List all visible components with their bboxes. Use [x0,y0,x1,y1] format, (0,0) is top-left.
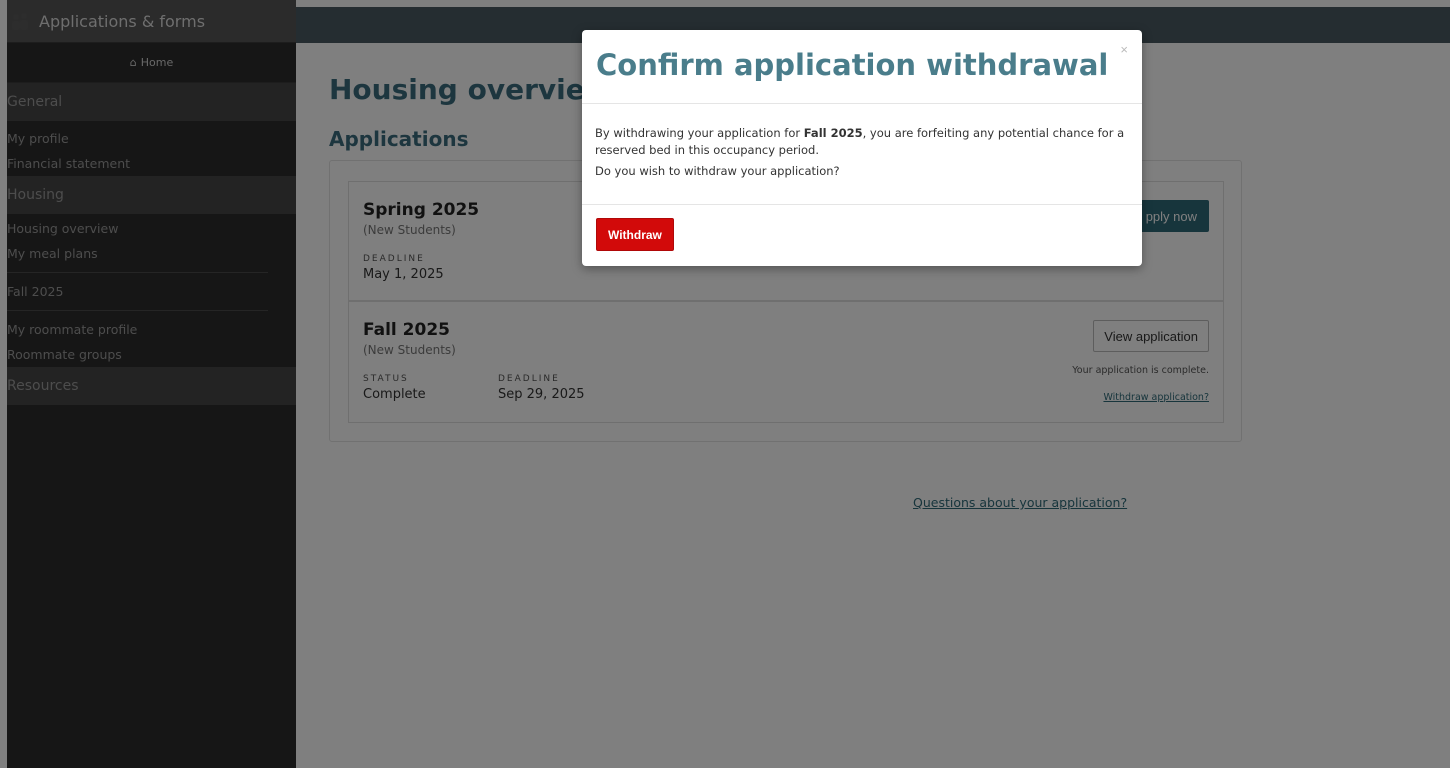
close-icon[interactable]: × [1120,42,1128,57]
confirm-withdrawal-modal: Confirm application withdrawal × By with… [582,30,1142,266]
modal-title: Confirm application withdrawal [596,48,1109,82]
modal-footer: Withdraw [582,205,1142,264]
warning-term: Fall 2025 [803,126,863,140]
warning-text-start: By withdrawing your application for [595,126,804,140]
modal-header: Confirm application withdrawal × [582,30,1142,104]
page-edge [0,0,7,768]
withdraw-button[interactable]: Withdraw [596,218,674,251]
withdrawal-warning: By withdrawing your application for Fall… [595,125,1130,159]
modal-body: By withdrawing your application for Fall… [582,104,1142,205]
withdrawal-question: Do you wish to withdraw your application… [595,164,840,178]
